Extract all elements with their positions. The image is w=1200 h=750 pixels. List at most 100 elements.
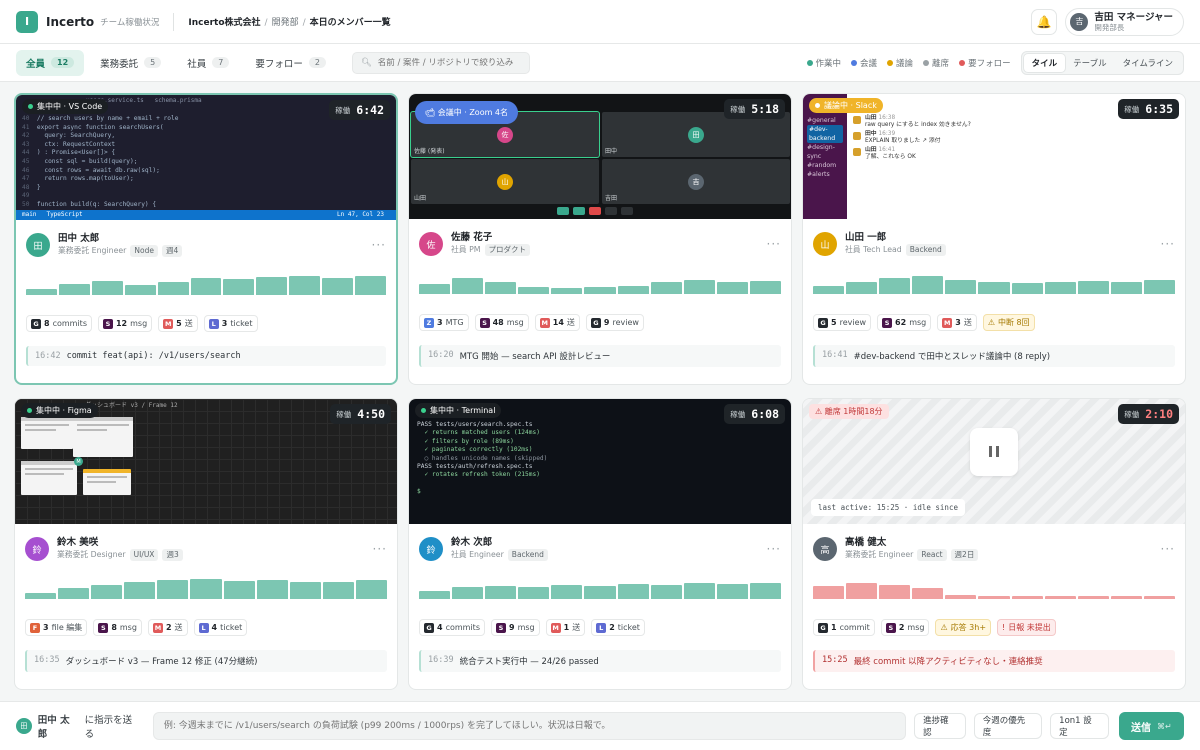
latest-activity[interactable]: 16:41 #dev-backend で田中とスレッド議論中 (8 reply) xyxy=(813,345,1175,367)
activity-bar xyxy=(1077,280,1109,294)
member-card[interactable]: 佐佐藤 (発表) 田田中山山田吉吉田 📹︎ 会議中 · Zoom 4名 稼働 5:18 佐… xyxy=(408,93,792,385)
command-target-name[interactable]: 田中 太郎 xyxy=(38,712,79,740)
member-card[interactable]: #general #dev-backend #design-sync #random #… xyxy=(802,93,1186,385)
more-menu-icon[interactable]: ··· xyxy=(1161,542,1175,556)
stat-value: 1 xyxy=(563,623,570,632)
quick-priority-button[interactable]: 今週の優先度 xyxy=(973,713,1043,739)
activity-bar xyxy=(419,284,451,294)
send-shortcut: ⌘↵ xyxy=(1157,721,1172,731)
filter-tab-followup[interactable]: 要フォロー 2 xyxy=(245,50,336,76)
stat-icon: S xyxy=(495,622,506,633)
profile-row: 山山田 一郎 社員 Tech Lead Backend ··· xyxy=(813,232,1175,256)
work-timer: 稼働 6:08 xyxy=(724,404,785,424)
stat-chip: M1送 xyxy=(545,619,586,636)
breadcrumb-company[interactable]: Incerto株式会社 xyxy=(188,18,260,28)
latest-activity[interactable]: 16:42 commit feat(api): /v1/users/search xyxy=(26,346,386,366)
timer-label: 稼働 xyxy=(730,104,746,114)
instruction-input[interactable] xyxy=(152,712,907,740)
member-card[interactable]: PASS tests/users/search.spec.ts ✓ return… xyxy=(408,398,792,690)
activity-bar xyxy=(485,585,517,599)
terminal-line: $ xyxy=(417,488,425,496)
stat-label: 送 xyxy=(963,318,972,327)
activity-bar xyxy=(26,289,57,295)
stat-chip: G 9 review xyxy=(585,314,644,331)
avatar: 鈴 xyxy=(25,537,49,561)
activity-bar xyxy=(749,280,782,294)
app-logo[interactable]: I xyxy=(16,10,38,33)
legend-dot xyxy=(806,60,813,66)
more-menu-icon[interactable]: ··· xyxy=(373,542,387,556)
view-timeline-button[interactable]: タイムライン xyxy=(1115,54,1181,72)
slack-message: 山田 16:41 了解、これなら OK xyxy=(865,147,916,162)
notification-bell-icon[interactable]: 🔔 xyxy=(1031,8,1058,35)
filter-tab-all[interactable]: 全員 12 xyxy=(16,49,85,76)
quick-1on1-button[interactable]: 1on1 設定 xyxy=(1050,713,1109,739)
stat-icon: G xyxy=(818,622,828,633)
work-timer: 稼働 5:18 xyxy=(724,99,785,119)
activity-time: 16:35 xyxy=(34,655,60,665)
filter-tab-contractor[interactable]: 業務委託 5 xyxy=(90,50,171,76)
activity-bar xyxy=(25,593,57,599)
activity-bar xyxy=(190,278,222,295)
member-role: 業務委託 Engineer React 週2日 xyxy=(845,549,979,561)
status-text: 集中中 · Figma xyxy=(36,406,92,415)
stat-value: 8 xyxy=(44,319,50,328)
stat-icon: S xyxy=(98,622,109,633)
member-role: 業務委託 Designer UI/UX 週3 xyxy=(57,549,183,561)
card-body: 高高橋 健太 業務委託 Engineer React 週2日 ··· G 1 commit S 2… xyxy=(803,526,1185,672)
avatar: 吉 xyxy=(688,173,704,190)
latest-activity[interactable]: 16:39 統合テスト実行中 — 24/26 passed xyxy=(419,650,781,672)
more-menu-icon[interactable]: ··· xyxy=(767,542,781,556)
activity-bar xyxy=(452,278,484,294)
latest-activity[interactable]: 15:25 最終 commit 以降アクティビティなし・連絡推奨 xyxy=(813,650,1175,672)
filter-tab-employee[interactable]: 社員 7 xyxy=(177,50,239,76)
member-name[interactable]: 鈴木 美咲 xyxy=(57,537,183,549)
stat-warning: ⚠ 中断 8回 xyxy=(982,314,1035,331)
breadcrumb: Incerto株式会社 / 開発部 / 本日のメンバー一覧 xyxy=(188,18,391,28)
more-menu-icon[interactable]: ··· xyxy=(372,238,386,252)
more-icon xyxy=(621,207,633,215)
member-name[interactable]: 田中 太郎 xyxy=(58,233,182,245)
status-badge: 集中中 · Terminal xyxy=(415,403,502,418)
stat-chip: S 48 msg xyxy=(474,314,529,331)
view-tile-button[interactable]: タイル xyxy=(1023,53,1066,72)
activity-text: 統合テスト実行中 — 24/26 passed xyxy=(459,657,599,667)
avatar xyxy=(853,132,861,140)
status-text: 集中中 · Terminal xyxy=(430,406,496,415)
message-time: 16:39 xyxy=(878,131,896,137)
latest-activity[interactable]: 16:35 ダッシュボード v3 — Frame 12 修正 (47分継続) xyxy=(25,650,387,672)
send-button[interactable]: 送信 ⌘↵ xyxy=(1118,712,1184,740)
quick-progress-button[interactable]: 進捗確認 xyxy=(914,713,966,739)
latest-activity[interactable]: 16:20 MTG 開始 — search API 設計レビュー xyxy=(419,345,781,367)
member-name[interactable]: 鈴木 次郎 xyxy=(451,537,548,549)
more-menu-icon[interactable]: ··· xyxy=(1161,237,1175,251)
figma-frame xyxy=(73,417,133,457)
activity-bar xyxy=(419,590,451,599)
member-card[interactable]: ダッシュボード v3 / Frame 12 M 集中中 · Figma 稼働 4:50 鈴… xyxy=(14,398,398,690)
status-dot xyxy=(27,408,32,413)
activity-text: MTG 開始 — search API 設計レビュー xyxy=(459,352,611,362)
stat-value: 4 xyxy=(437,623,443,632)
member-name[interactable]: 山田 一郎 xyxy=(845,232,946,244)
stat-label: ticket xyxy=(220,623,243,632)
more-menu-icon[interactable]: ··· xyxy=(767,237,781,251)
editor-statusbar: main TypeScript Ln 47, Col 23 xyxy=(16,210,396,220)
pause-icon[interactable] xyxy=(970,427,1018,476)
message-text: raw query にすると index 効きません? xyxy=(865,122,971,129)
member-card[interactable]: users.service.ts schema.prisma 40 // sear… xyxy=(14,93,398,385)
filter-count: 2 xyxy=(308,57,326,68)
activity-bar xyxy=(912,588,944,599)
member-name[interactable]: 佐藤 花子 xyxy=(451,232,530,244)
member-card[interactable]: last active: 15:25 · idle since ⚠ 離席 1時間1… xyxy=(802,398,1186,690)
stat-value: 5 xyxy=(831,318,837,327)
participant-name: 吉田 xyxy=(605,195,618,202)
member-name[interactable]: 高橋 健太 xyxy=(845,537,978,549)
tag: 週2日 xyxy=(950,549,979,561)
card-body: 鈴鈴木 次郎 社員 Engineer Backend ··· G 4 commits S 9 ms… xyxy=(409,526,791,672)
search-input[interactable] xyxy=(377,57,518,68)
activity-bar xyxy=(650,584,682,599)
send-label: 送信 xyxy=(1131,722,1152,734)
view-table-button[interactable]: テーブル xyxy=(1065,54,1115,72)
user-menu[interactable]: 吉 吉田 マネージャー 開発部長 xyxy=(1065,7,1184,36)
breadcrumb-dept[interactable]: 開発部 xyxy=(272,18,299,28)
